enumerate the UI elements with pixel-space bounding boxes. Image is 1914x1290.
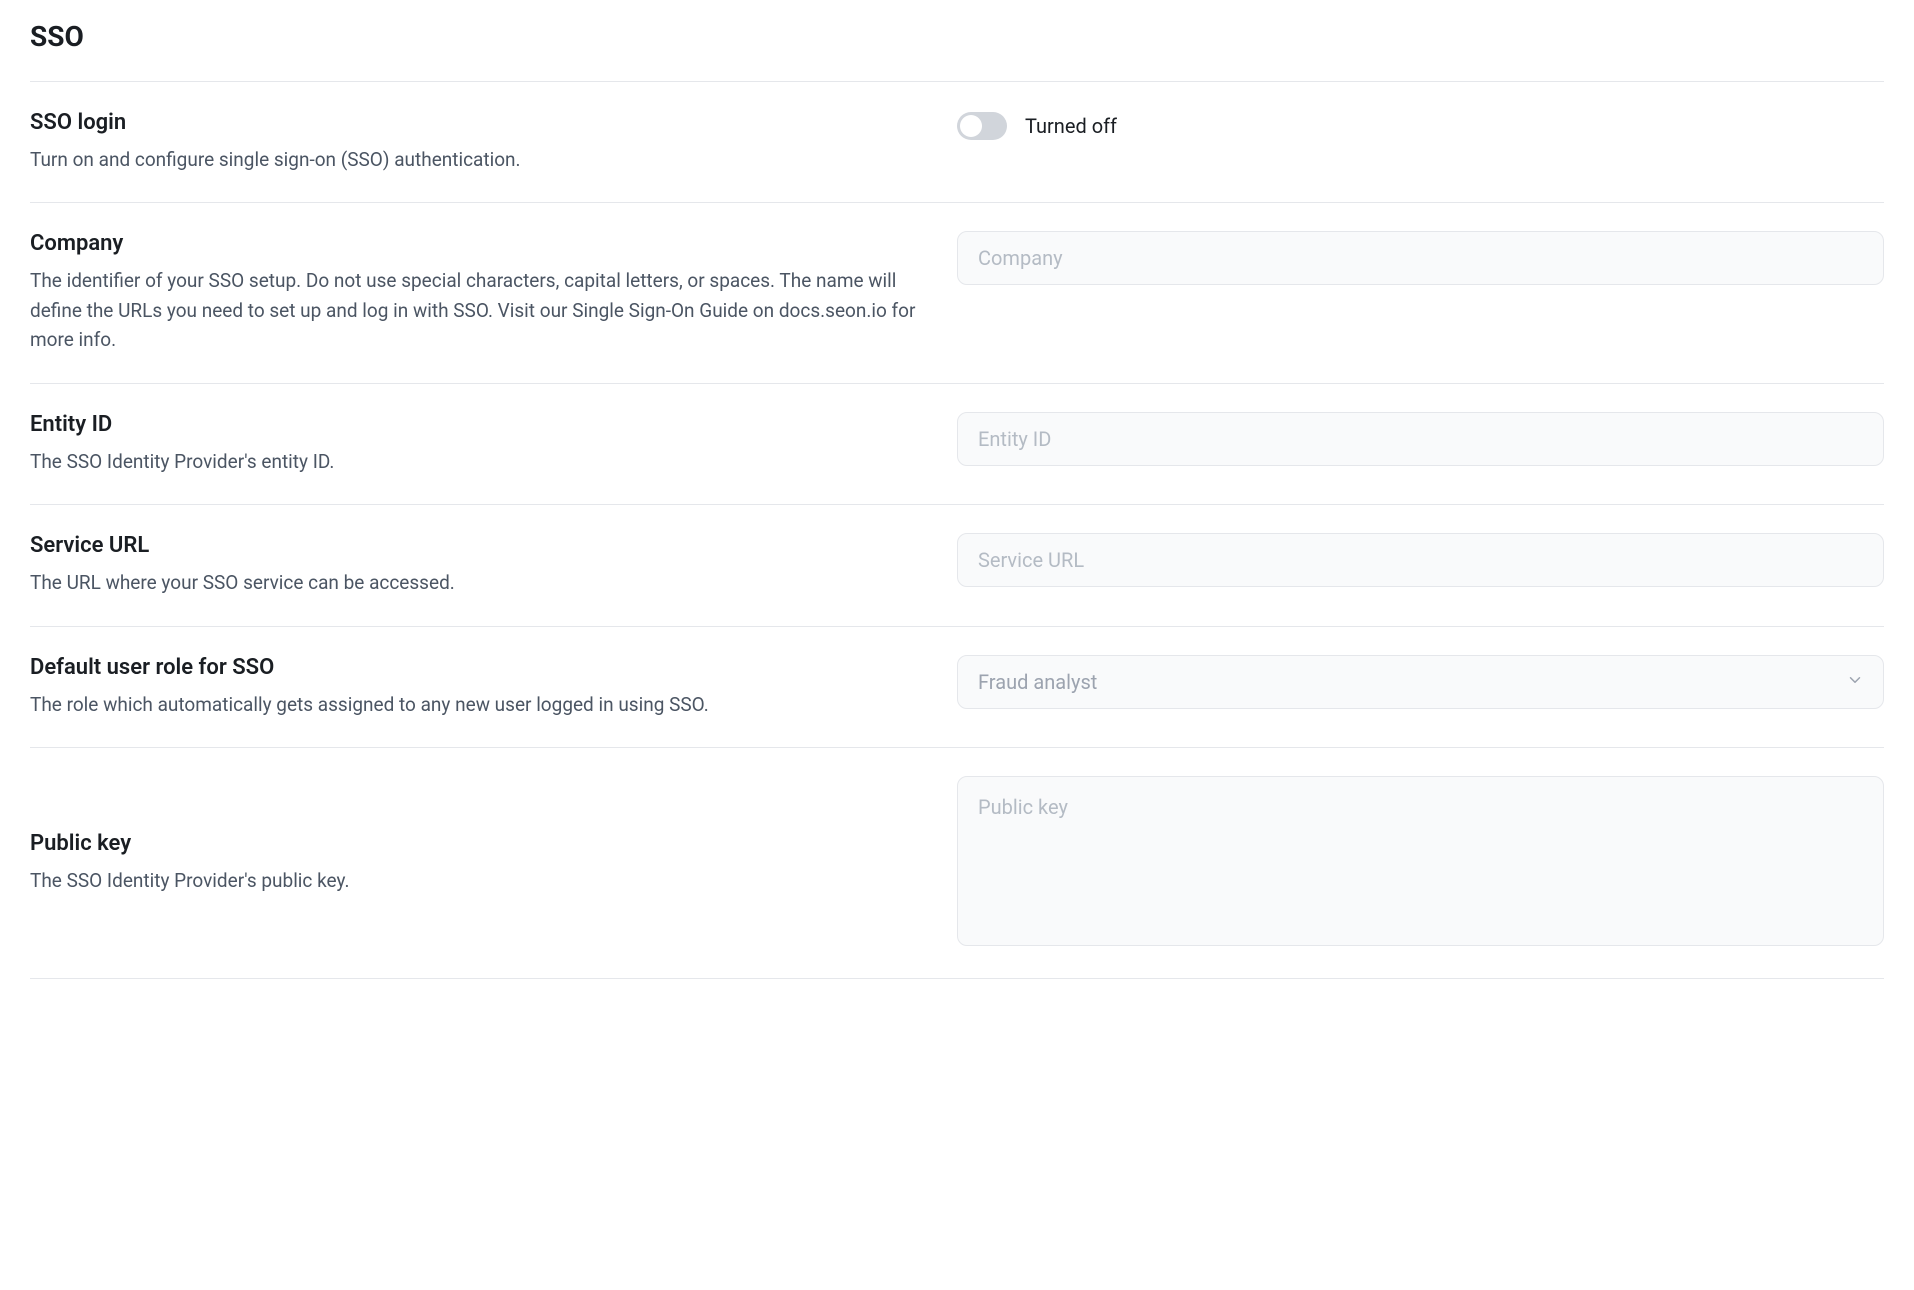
- section-default-role: Default user role for SSO The role which…: [30, 627, 1884, 747]
- service-url-label: Service URL: [30, 533, 917, 558]
- default-role-select[interactable]: Fraud analyst: [957, 655, 1884, 709]
- company-label: Company: [30, 231, 917, 256]
- sso-login-toggle[interactable]: [957, 112, 1007, 140]
- section-left: SSO login Turn on and configure single s…: [30, 110, 957, 174]
- section-entity-id: Entity ID The SSO Identity Provider's en…: [30, 384, 1884, 504]
- section-left: Company The identifier of your SSO setup…: [30, 231, 957, 354]
- public-key-label: Public key: [30, 831, 917, 856]
- sso-login-desc: Turn on and configure single sign-on (SS…: [30, 145, 917, 174]
- company-desc: The identifier of your SSO setup. Do not…: [30, 266, 917, 354]
- section-left: Public key The SSO Identity Provider's p…: [30, 831, 957, 895]
- section-company: Company The identifier of your SSO setup…: [30, 203, 1884, 382]
- page-title: SSO: [30, 20, 1884, 53]
- toggle-container: Turned off: [957, 110, 1884, 140]
- section-public-key: Public key The SSO Identity Provider's p…: [30, 748, 1884, 978]
- entity-id-desc: The SSO Identity Provider's entity ID.: [30, 447, 917, 476]
- service-url-input[interactable]: [957, 533, 1884, 587]
- entity-id-input[interactable]: [957, 412, 1884, 466]
- section-right: [957, 776, 1884, 950]
- section-sso-login: SSO login Turn on and configure single s…: [30, 82, 1884, 202]
- section-right: [957, 231, 1884, 285]
- section-service-url: Service URL The URL where your SSO servi…: [30, 505, 1884, 625]
- section-right: [957, 533, 1884, 587]
- service-url-desc: The URL where your SSO service can be ac…: [30, 568, 917, 597]
- section-left: Service URL The URL where your SSO servi…: [30, 533, 957, 597]
- default-role-label: Default user role for SSO: [30, 655, 917, 680]
- entity-id-label: Entity ID: [30, 412, 917, 437]
- public-key-desc: The SSO Identity Provider's public key.: [30, 866, 917, 895]
- section-right: Fraud analyst: [957, 655, 1884, 709]
- sso-login-toggle-label: Turned off: [1025, 114, 1117, 138]
- default-role-desc: The role which automatically gets assign…: [30, 690, 917, 719]
- divider: [30, 978, 1884, 979]
- sso-login-label: SSO login: [30, 110, 917, 135]
- section-right: Turned off: [957, 110, 1884, 140]
- public-key-input[interactable]: [957, 776, 1884, 946]
- toggle-knob: [960, 115, 982, 137]
- section-right: [957, 412, 1884, 466]
- section-left: Default user role for SSO The role which…: [30, 655, 957, 719]
- select-wrap: Fraud analyst: [957, 655, 1884, 709]
- section-left: Entity ID The SSO Identity Provider's en…: [30, 412, 957, 476]
- company-input[interactable]: [957, 231, 1884, 285]
